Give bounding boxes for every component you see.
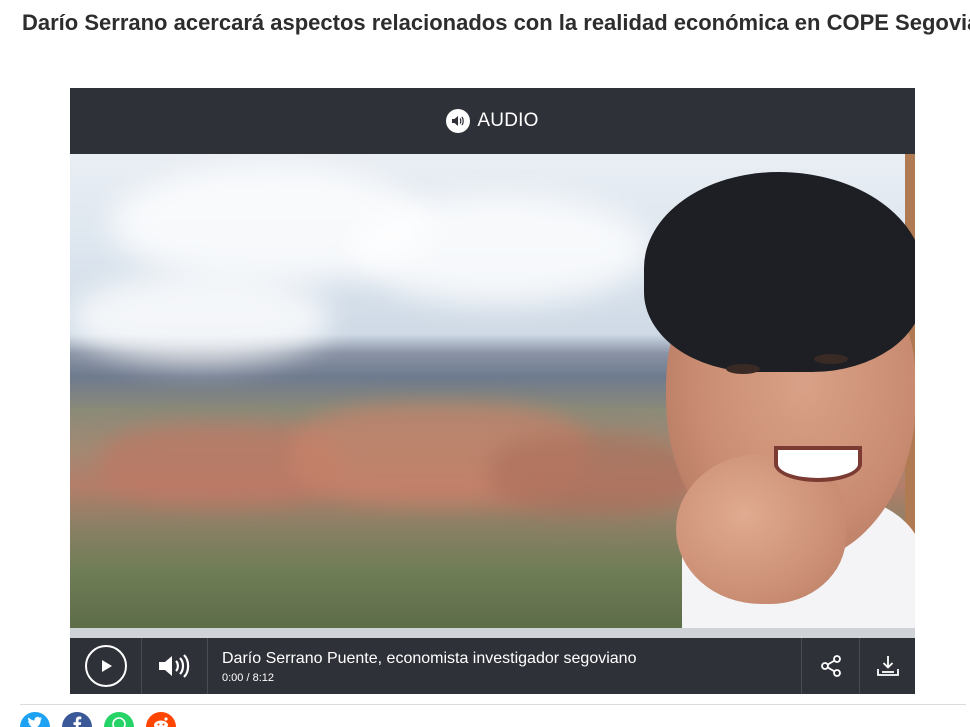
twitter-icon bbox=[28, 716, 42, 727]
play-button[interactable] bbox=[70, 638, 142, 694]
download-icon bbox=[876, 656, 899, 676]
twitter-share-button[interactable] bbox=[20, 712, 50, 727]
player-controls: Darío Serrano Puente, economista investi… bbox=[70, 638, 915, 694]
volume-icon bbox=[158, 654, 189, 678]
audio-cover-image bbox=[70, 154, 915, 628]
share-button[interactable] bbox=[801, 638, 859, 694]
reddit-share-button[interactable] bbox=[146, 712, 176, 727]
social-share-row bbox=[20, 712, 176, 727]
facebook-share-button[interactable] bbox=[62, 712, 92, 727]
article-headline: Darío Serrano acercará aspectos relacion… bbox=[22, 10, 970, 35]
share-icon bbox=[820, 655, 841, 677]
cloud-shape bbox=[70, 274, 330, 364]
player-header-label: AUDIO bbox=[477, 110, 539, 131]
track-title: Darío Serrano Puente, economista investi… bbox=[222, 650, 637, 667]
reddit-icon bbox=[154, 717, 168, 727]
download-button[interactable] bbox=[859, 638, 915, 694]
track-info: Darío Serrano Puente, economista investi… bbox=[208, 638, 801, 694]
person-hair bbox=[644, 172, 915, 372]
person-smile bbox=[774, 446, 862, 482]
person-brow bbox=[720, 344, 764, 351]
person-eye bbox=[726, 364, 760, 374]
play-icon bbox=[84, 645, 127, 687]
player-header: AUDIO bbox=[70, 88, 915, 154]
speaker-icon bbox=[446, 109, 471, 133]
section-divider bbox=[20, 704, 966, 705]
volume-button[interactable] bbox=[142, 638, 208, 694]
town-shape bbox=[490, 434, 690, 514]
person-brow bbox=[810, 332, 854, 339]
facebook-icon bbox=[73, 716, 82, 727]
track-time: 0:00 / 8:12 bbox=[222, 672, 274, 684]
audio-player: AUDIO Darío Serrano Puente, economista i… bbox=[70, 88, 915, 694]
person-eye bbox=[814, 354, 848, 364]
whatsapp-share-button[interactable] bbox=[104, 712, 134, 727]
progress-bar[interactable] bbox=[70, 628, 915, 638]
cloud-shape bbox=[350, 194, 650, 304]
whatsapp-icon bbox=[112, 717, 126, 727]
